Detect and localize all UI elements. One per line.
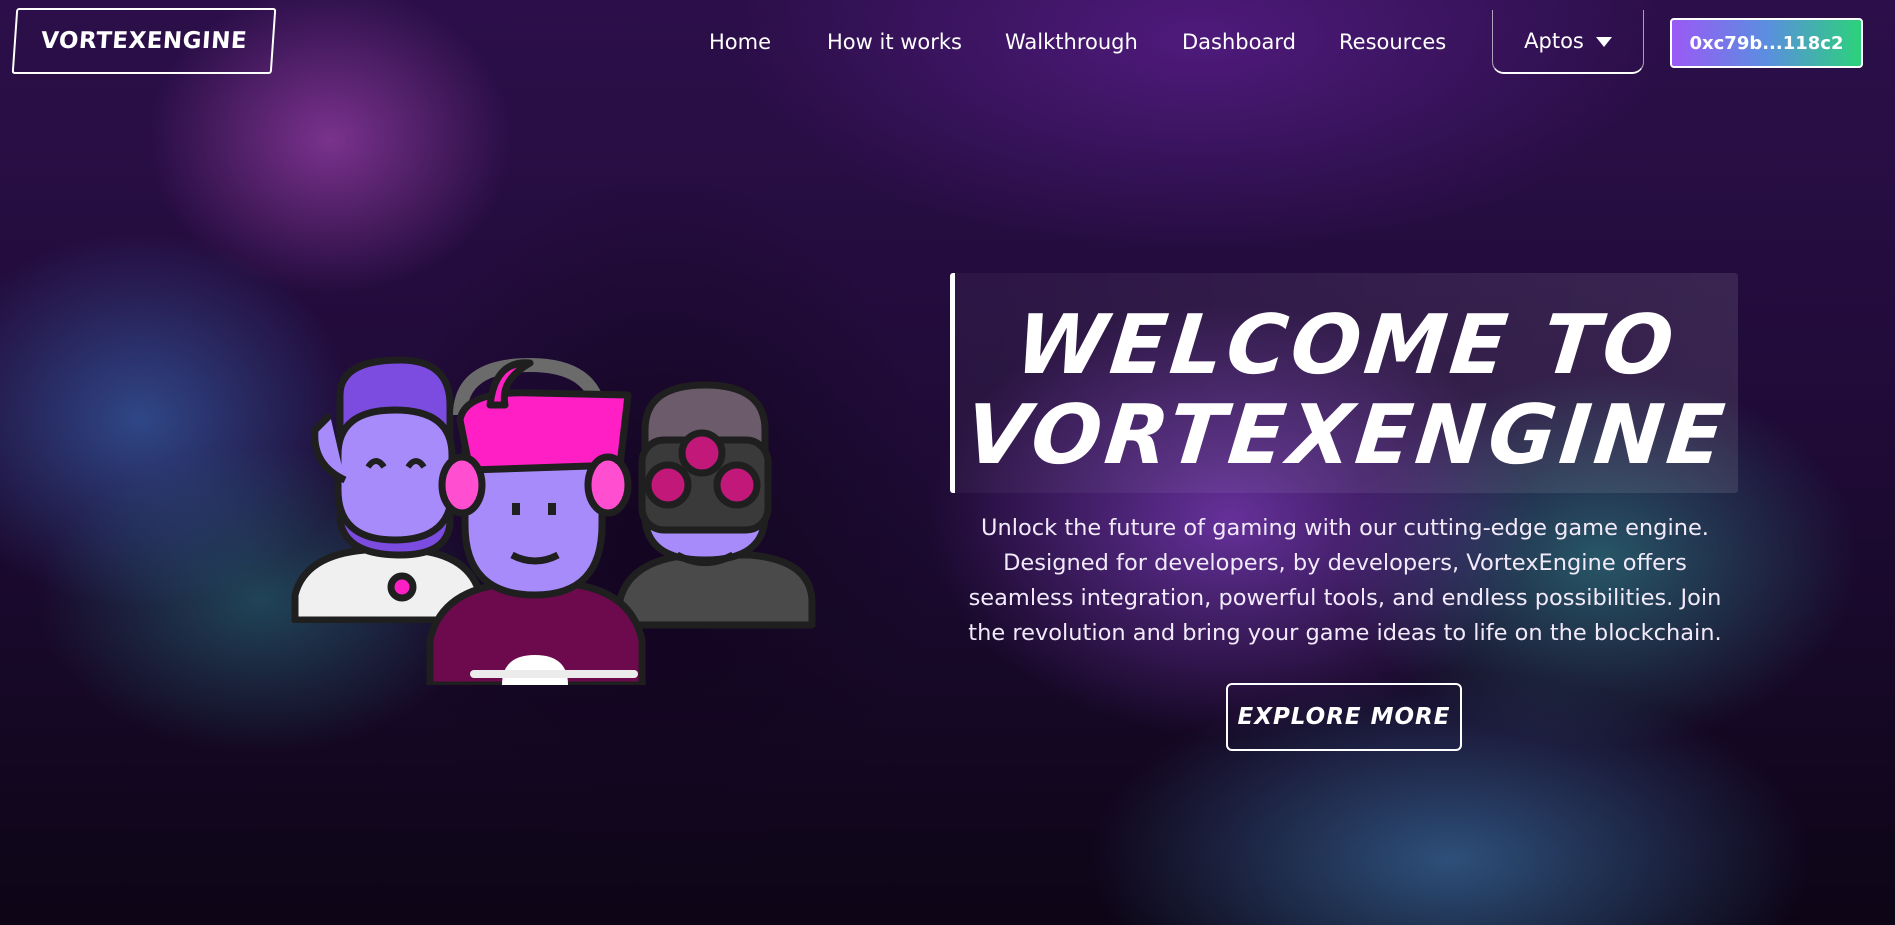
description-line: seamless integration, powerful tools, an… [968, 585, 1722, 611]
illustration-underline [470, 670, 638, 678]
logo[interactable]: VORTEXENGINE [11, 8, 277, 74]
wallet-address-button[interactable]: 0xc79b...118c2 [1670, 18, 1863, 68]
network-label: Aptos [1524, 29, 1584, 53]
masked-avatar [616, 381, 816, 629]
gamer-avatars-illustration [291, 356, 816, 685]
nav-dashboard[interactable]: Dashboard [1182, 24, 1296, 60]
nav-walkthrough[interactable]: Walkthrough [1005, 24, 1138, 60]
nav-resources[interactable]: Resources [1339, 24, 1446, 60]
hero-description: Unlock the future of gaming with our cut… [935, 511, 1755, 651]
network-selector[interactable]: Aptos [1492, 10, 1644, 74]
gamer-avatar [426, 358, 646, 685]
explore-more-button[interactable]: EXPLORE MORE [1226, 683, 1462, 751]
hero-title-box: WELCOME TO VORTEXENGINE [950, 273, 1738, 493]
nav-how-it-works[interactable]: How it works [827, 24, 962, 60]
caret-down-icon [1595, 37, 1612, 47]
nav-home[interactable]: Home [709, 24, 771, 60]
description-line: the revolution and bring your game ideas… [968, 620, 1722, 646]
hero-title-line-1: WELCOME TO [1011, 298, 1682, 393]
description-line: Designed for developers, by developers, … [1003, 550, 1687, 576]
description-line: Unlock the future of gaming with our cut… [981, 515, 1709, 541]
hero-title-line-2: VORTEXENGINE [960, 388, 1733, 483]
